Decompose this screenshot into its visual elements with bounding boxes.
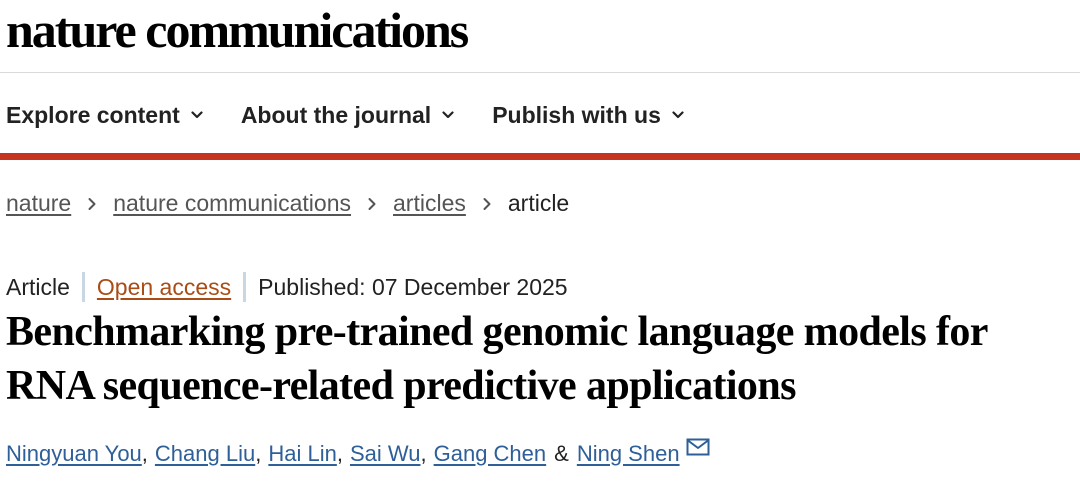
breadcrumb-nature[interactable]: nature (6, 190, 71, 217)
author-link[interactable]: Hai Lin (268, 441, 336, 467)
article-meta: Article Open access Published: 07 Decemb… (6, 272, 568, 302)
breadcrumb-articles[interactable]: articles (393, 190, 466, 217)
accent-bar (0, 153, 1080, 160)
chevron-down-icon (191, 109, 203, 121)
header-divider (0, 72, 1080, 73)
open-access-link[interactable]: Open access (97, 274, 231, 301)
chevron-down-icon (442, 109, 454, 121)
author-separator: , (255, 441, 262, 466)
nav-explore-content[interactable]: Explore content (6, 102, 203, 129)
site-logo[interactable]: nature communications (6, 4, 469, 56)
main-nav: Explore content About the journal Publis… (6, 97, 722, 133)
author-link[interactable]: Ning Shen (577, 441, 680, 467)
author-link[interactable]: Ningyuan You (6, 441, 142, 467)
breadcrumb-nature-communications[interactable]: nature communications (113, 190, 351, 217)
author-list: Ningyuan You , Chang Liu , Hai Lin , Sai… (6, 438, 710, 467)
chevron-down-icon (672, 109, 684, 121)
breadcrumb-current: article (507, 190, 570, 216)
nav-about-the-journal[interactable]: About the journal (241, 102, 454, 129)
author-separator: , (336, 441, 343, 466)
author-separator: , (141, 441, 148, 466)
nav-publish-with-us[interactable]: Publish with us (492, 102, 684, 129)
chevron-right-icon (482, 197, 492, 211)
published-date: Published: 07 December 2025 (258, 273, 568, 300)
nav-label: Explore content (6, 101, 180, 128)
envelope-icon[interactable] (686, 438, 710, 456)
nav-label: About the journal (240, 101, 432, 128)
breadcrumb: nature nature communications articles ar… (6, 190, 569, 217)
nav-label: Publish with us (492, 101, 661, 128)
meta-divider (81, 272, 85, 302)
chevron-right-icon (367, 197, 377, 211)
author-link[interactable]: Chang Liu (155, 441, 255, 467)
meta-divider (243, 272, 247, 302)
author-separator: , (420, 441, 427, 466)
article-title: Benchmarking pre-trained genomic languag… (6, 309, 988, 409)
chevron-right-icon (87, 197, 97, 211)
author-link[interactable]: Sai Wu (350, 441, 421, 467)
author-and: & (554, 441, 569, 466)
article-type: Article (6, 273, 70, 300)
author-link[interactable]: Gang Chen (434, 441, 547, 467)
